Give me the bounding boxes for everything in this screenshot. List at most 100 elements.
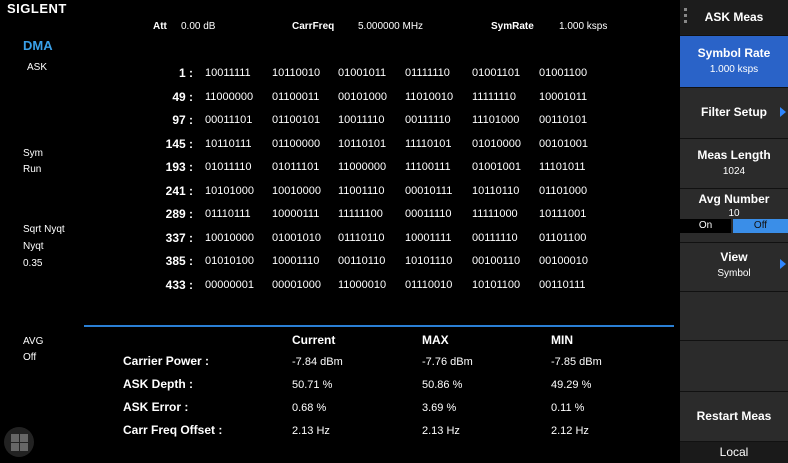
metric-value: 2.13 Hz: [292, 425, 330, 437]
avg-label: AVG: [23, 336, 44, 347]
symbol-bits: 11000010: [338, 278, 387, 291]
avg-on-option[interactable]: On: [680, 219, 731, 233]
symbol-bits: 01010100: [205, 255, 254, 267]
col-header-current: Current: [292, 333, 336, 347]
mode-label: DMA: [23, 38, 53, 53]
symbol-index: 385 :: [165, 254, 193, 268]
symbol-index: 289 :: [165, 207, 193, 221]
metric-value: 2.13 Hz: [422, 425, 460, 437]
symbol-bits: 01011110: [205, 161, 252, 173]
symbol-bits: 10010000: [205, 231, 254, 244]
symbol-index: 193 :: [165, 160, 193, 174]
symrate-value: 1.000 ksps: [559, 21, 608, 32]
symbol-bits: 00011110: [405, 208, 452, 220]
avg-toggle[interactable]: On Off: [680, 219, 788, 233]
symbol-index: 433 :: [165, 277, 193, 292]
symbol-rate-button[interactable]: Symbol Rate 1.000 ksps: [680, 35, 788, 87]
brand-logo: SIGLENT: [7, 1, 67, 16]
symbol-bits: 01100000: [272, 137, 321, 150]
avg-off-option[interactable]: Off: [733, 219, 788, 233]
symbol-bits: 01101000: [539, 184, 588, 197]
metric-value: 0.11 %: [551, 402, 585, 414]
att-value: 0.00 dB: [181, 21, 216, 32]
symbol-bits: 00010111: [405, 184, 453, 197]
submenu-arrow-icon: [780, 107, 786, 117]
symbol-bits: 10011110: [338, 114, 385, 126]
meas-length-button[interactable]: Meas Length 1024: [680, 138, 788, 188]
symbol-bits: 00111110: [405, 114, 451, 126]
symbol-bits: 11001110: [338, 184, 385, 197]
metric-label: Carr Freq Offset :: [123, 423, 223, 437]
symbol-bits: 10110110: [472, 184, 520, 197]
symbol-bits: 01011101: [272, 161, 320, 173]
metric-value: -7.85 dBm: [551, 356, 602, 368]
symbol-bits: 01001100: [539, 67, 588, 79]
symbol-bits: 10101100: [472, 278, 521, 291]
filter-type-label: Nyqt: [23, 241, 44, 252]
symbol-bits: 01100011: [272, 90, 320, 103]
col-header-max: MAX: [422, 333, 449, 347]
softkey-menu: ASK Meas Symbol Rate 1.000 ksps Filter S…: [680, 0, 788, 463]
symbol-bits: 11000000: [338, 161, 387, 173]
metric-value: -7.84 dBm: [292, 356, 343, 368]
symbol-bits: 00101001: [539, 137, 588, 150]
symbol-index: 97 :: [172, 113, 193, 127]
symbol-bits: 11111100: [338, 208, 383, 220]
symbol-bits: 01110111: [205, 208, 251, 220]
col-header-min: MIN: [551, 333, 573, 347]
symbol-bits: 11111000: [472, 208, 518, 220]
carrfreq-label: CarrFreq: [292, 21, 335, 32]
symbol-bits: 01110010: [405, 278, 453, 291]
alpha-label: 0.35: [23, 258, 43, 269]
restart-meas-button[interactable]: Restart Meas: [680, 391, 788, 441]
symbol-bits: 11010010: [405, 90, 454, 103]
avg-number-button[interactable]: Avg Number 10: [680, 188, 788, 242]
metric-value: 0.68 %: [292, 402, 327, 414]
view-button[interactable]: View Symbol: [680, 242, 788, 291]
symbol-bits: 10111001: [539, 208, 587, 220]
symbol-bits: 00100110: [472, 255, 521, 267]
symbol-bits: 00101000: [338, 90, 387, 103]
symbol-index: 49 :: [172, 89, 193, 104]
filter-setup-button[interactable]: Filter Setup: [680, 87, 788, 138]
att-label: Att: [153, 21, 167, 32]
avg-state: Off: [23, 352, 37, 363]
symbol-bits: 10101000: [205, 184, 254, 197]
metric-value: 3.69 %: [422, 402, 457, 414]
top-bar: SIGLENT: [0, 0, 680, 19]
apps-grid-icon[interactable]: [4, 427, 34, 457]
symbol-bits: 00110111: [539, 278, 586, 291]
symbol-index: 1 :: [178, 66, 193, 80]
local-button[interactable]: Local: [680, 441, 788, 463]
symbol-index: 145 :: [165, 136, 193, 151]
symbol-bits: 00110101: [539, 114, 588, 126]
symbol-bits: 10011111: [205, 67, 251, 79]
metric-value: 49.29 %: [551, 379, 592, 391]
empty-softkey-1[interactable]: [680, 291, 788, 340]
symbol-bits: 10010000: [272, 184, 321, 197]
run-label: Run: [23, 164, 42, 175]
modulation-label: ASK: [27, 62, 48, 73]
symbol-bits: 11101000: [472, 114, 520, 126]
metric-label: ASK Depth :: [123, 377, 193, 391]
symbol-bits: 11100111: [405, 161, 451, 173]
symbol-bits: 00100010: [539, 255, 588, 267]
symbol-bits: 10001110: [272, 255, 320, 267]
symbol-index: 241 :: [165, 183, 193, 198]
empty-softkey-2[interactable]: [680, 340, 788, 391]
symbol-bits: 10001111: [405, 231, 452, 244]
symbol-bits: 00110110: [338, 255, 386, 267]
symbol-bits: 00011101: [205, 114, 253, 126]
symbol-bits: 01001010: [272, 231, 321, 244]
symbol-bits: 01010000: [472, 137, 521, 150]
symbol-bits: 00001000: [272, 278, 321, 291]
divider-line: [84, 325, 674, 327]
symbol-bits: 11000000: [205, 90, 254, 103]
menu-title: ASK Meas: [680, 0, 788, 34]
symbol-bits: 10101110: [405, 255, 453, 267]
symbol-bits: 01110110: [338, 231, 385, 244]
metric-label: Carrier Power :: [123, 354, 210, 368]
symbol-bits: 01100101: [272, 114, 321, 126]
symbol-bits: 10110111: [205, 137, 252, 150]
symbol-bits: 01101100: [539, 231, 587, 244]
